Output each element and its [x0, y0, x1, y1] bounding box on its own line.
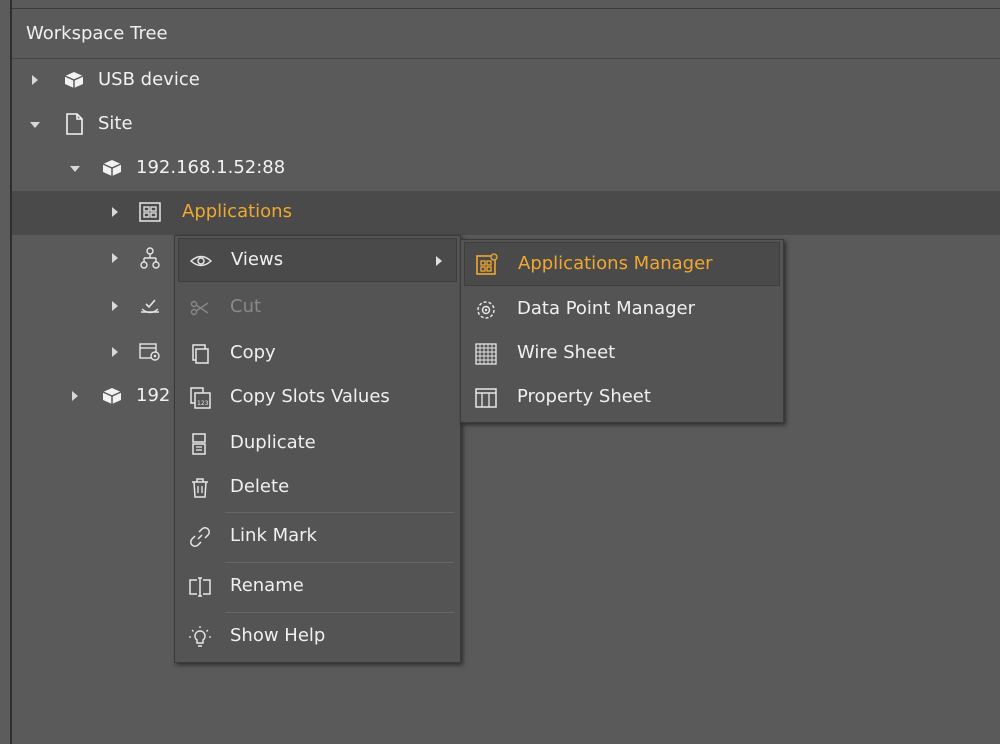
device-icon [64, 72, 84, 88]
menu-item-label: Copy Slots Values [230, 386, 390, 407]
expand-arrow-icon[interactable] [112, 301, 118, 311]
expand-arrow-icon[interactable] [112, 207, 118, 217]
menu-item-label: Rename [230, 575, 304, 596]
link-icon [190, 527, 210, 547]
expand-arrow-icon[interactable] [112, 253, 118, 263]
submenu-arrow-icon [436, 256, 442, 266]
expand-arrow-icon[interactable] [32, 75, 38, 85]
menu-item-show-help[interactable]: Show Help [178, 615, 457, 659]
panel-title: Workspace Tree [26, 23, 168, 44]
menu-item-label: Copy [230, 342, 276, 363]
menu-item-label: Views [231, 249, 284, 270]
views-submenu: Applications Manager Data Point Manager … [460, 239, 784, 423]
expand-arrow-icon[interactable] [112, 347, 118, 357]
tree-node-label: Applications [182, 201, 292, 222]
menu-item-copy[interactable]: Copy [178, 332, 457, 376]
collapse-arrow-icon[interactable] [30, 122, 40, 128]
context-menu: Views Cut Copy 123 Copy Slots Values Dup… [174, 235, 461, 663]
network-icon [140, 247, 160, 269]
tree-node-host-1[interactable]: 192.168.1.52:88 [12, 147, 1000, 191]
device-icon [102, 160, 122, 176]
menu-item-label: Wire Sheet [517, 342, 616, 363]
menu-item-wire-sheet[interactable]: Wire Sheet [464, 332, 780, 376]
rename-icon [189, 577, 211, 597]
scissors-icon [190, 300, 209, 316]
expand-arrow-icon[interactable] [72, 391, 78, 401]
tree-node-label: 192.168.1.52:88 [136, 157, 286, 178]
duplicate-icon [192, 433, 206, 455]
menu-item-label: Delete [230, 476, 290, 497]
menu-separator [225, 512, 454, 513]
menu-item-label: Show Help [230, 625, 326, 646]
menu-item-rename[interactable]: Rename [178, 565, 457, 609]
tree-node-usb-device[interactable]: USB device [12, 59, 1000, 103]
service-icon [141, 299, 159, 314]
tree-node-label: 192 [136, 385, 171, 406]
window-settings-icon [139, 343, 160, 361]
tree-node-label: USB device [98, 69, 200, 90]
applications-icon [139, 202, 161, 222]
menu-item-label: Applications Manager [518, 253, 713, 274]
data-point-manager-icon [477, 301, 495, 319]
menu-item-label: Property Sheet [517, 386, 651, 407]
menu-item-applications-manager[interactable]: Applications Manager [464, 242, 780, 286]
panel-header: Workspace Tree [12, 8, 1000, 59]
copy-values-icon: 123 [190, 387, 211, 409]
menu-item-property-sheet[interactable]: Property Sheet [464, 376, 780, 420]
grid-icon [475, 343, 497, 365]
menu-separator [225, 612, 454, 613]
tree-node-applications[interactable]: Applications [12, 191, 1000, 235]
collapse-arrow-icon[interactable] [70, 166, 80, 172]
menu-separator [225, 562, 454, 563]
menu-item-copy-slots-values[interactable]: 123 Copy Slots Values [178, 376, 457, 420]
eye-icon [189, 255, 213, 267]
menu-item-cut[interactable]: Cut [178, 286, 457, 330]
menu-item-label: Duplicate [230, 432, 316, 453]
document-icon [66, 113, 83, 135]
lightbulb-icon [189, 626, 211, 647]
tree-node-label: Site [98, 113, 133, 134]
menu-item-views[interactable]: Views [178, 238, 457, 282]
menu-item-delete[interactable]: Delete [178, 466, 457, 510]
copy-icon [192, 344, 209, 364]
tree-node-site[interactable]: Site [12, 103, 1000, 147]
menu-item-label: Link Mark [230, 525, 317, 546]
menu-item-label: Cut [230, 296, 262, 317]
menu-item-duplicate[interactable]: Duplicate [178, 422, 457, 466]
device-icon [102, 388, 122, 404]
menu-item-data-point-manager[interactable]: Data Point Manager [464, 288, 780, 332]
menu-item-label: Data Point Manager [517, 298, 696, 319]
svg-text:123: 123 [197, 400, 209, 407]
menu-item-link-mark[interactable]: Link Mark [178, 515, 457, 559]
applications-manager-icon [476, 253, 498, 275]
columns-icon [475, 388, 497, 408]
trash-icon [192, 478, 208, 498]
